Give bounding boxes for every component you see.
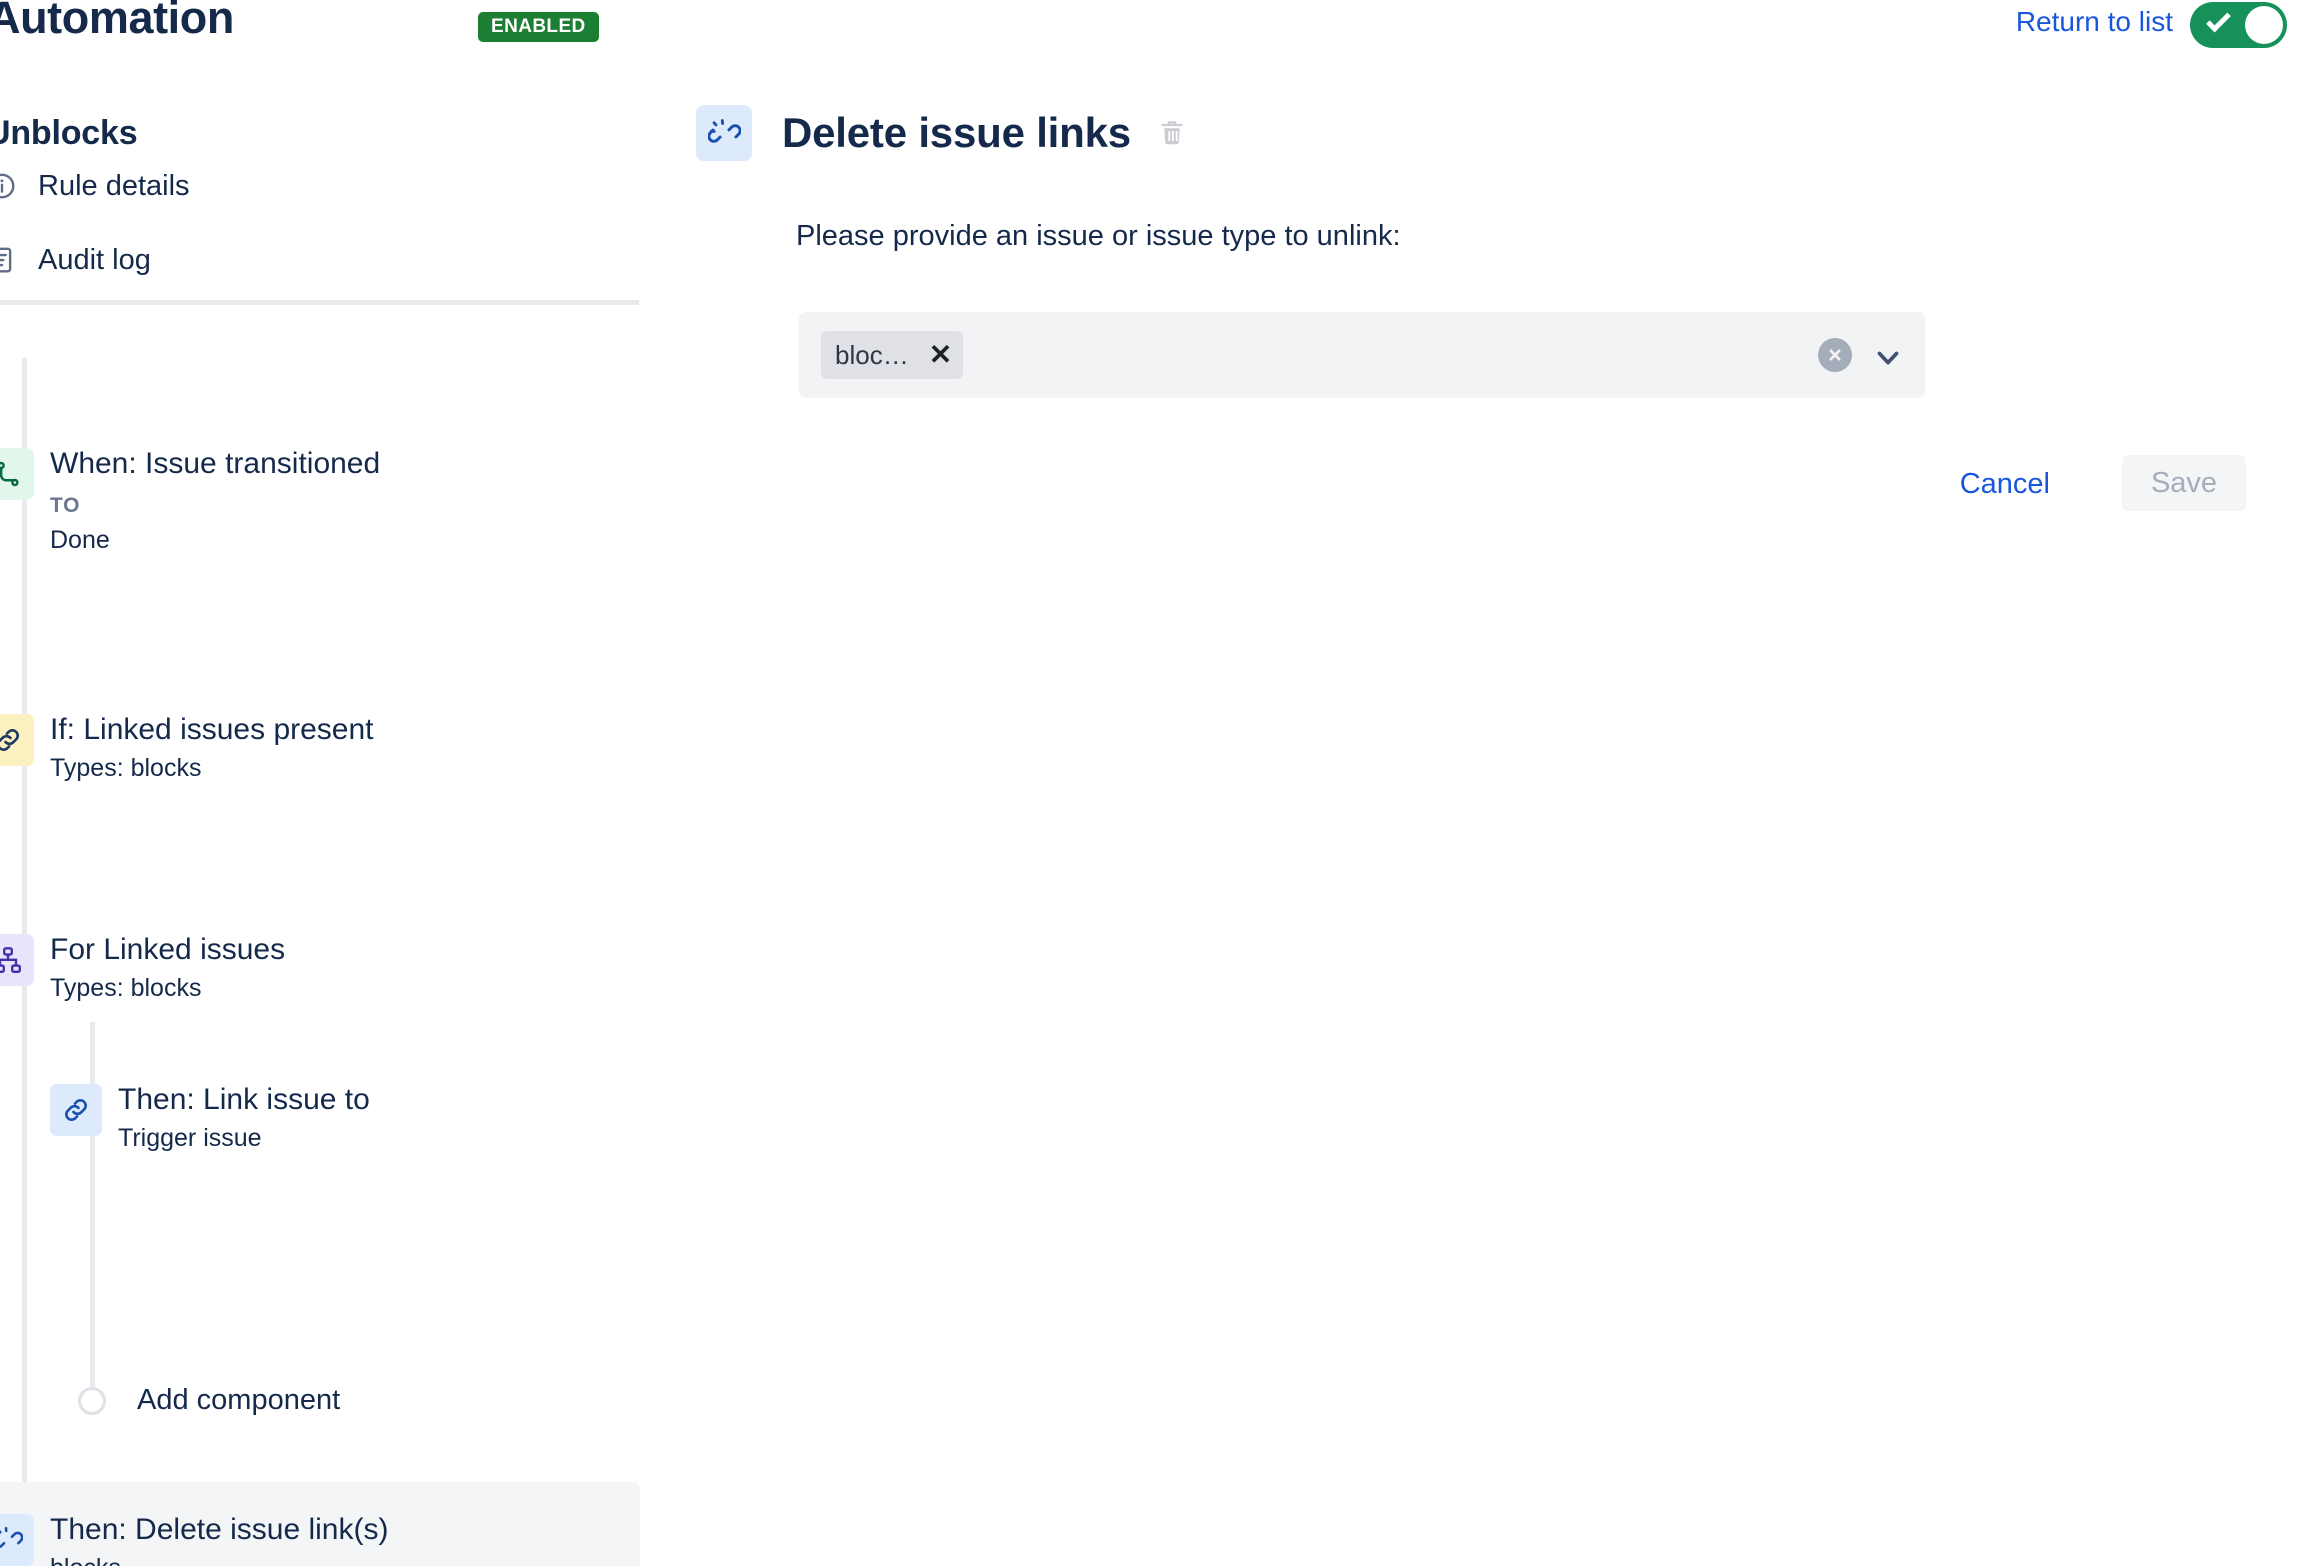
link-chain-icon bbox=[50, 1084, 102, 1136]
rule-name: Unblocks bbox=[0, 114, 138, 152]
branch-hierarchy-icon bbox=[0, 934, 34, 986]
info-circle-icon bbox=[0, 171, 22, 201]
document-list-icon bbox=[0, 245, 22, 275]
sidebar-item-label: Rule details bbox=[38, 169, 190, 202]
detail-actions: Cancel Save bbox=[640, 455, 2299, 535]
trigger-transition-icon bbox=[0, 448, 34, 500]
add-component-label: Add component bbox=[137, 1384, 341, 1416]
branch-child-connector bbox=[90, 1022, 95, 1402]
top-bar: Automation ENABLED Return to list bbox=[0, 0, 2299, 62]
unlink-icon bbox=[696, 105, 752, 161]
detail-title: Delete issue links bbox=[782, 109, 1131, 156]
close-x-icon[interactable]: ✕ bbox=[929, 341, 952, 369]
add-circle-icon bbox=[78, 1386, 106, 1415]
status-badge: ENABLED bbox=[478, 12, 599, 42]
sidebar-divider bbox=[0, 300, 639, 305]
field-label: Please provide an issue or issue type to… bbox=[796, 220, 1401, 252]
automation-rule-editor: Automation ENABLED Return to list Unbloc… bbox=[0, 0, 2299, 1566]
trash-icon[interactable] bbox=[1157, 118, 1187, 148]
component-title: For Linked issues bbox=[50, 933, 286, 966]
selected-tag[interactable]: bloc… ✕ bbox=[821, 331, 964, 379]
detail-header: Delete issue links bbox=[696, 105, 1187, 161]
cancel-button[interactable]: Cancel bbox=[1960, 468, 2050, 501]
component-subtitle: Types: blocks bbox=[50, 974, 202, 1003]
component-title: When: Issue transitioned bbox=[50, 447, 381, 480]
sidebar-item-label: Audit log bbox=[38, 243, 151, 276]
clear-circle-icon[interactable] bbox=[1818, 338, 1852, 372]
toggle-knob bbox=[2245, 6, 2283, 44]
unlink-icon bbox=[0, 1514, 34, 1566]
issue-type-select[interactable]: bloc… ✕ bbox=[799, 312, 1925, 398]
rule-tree-sidebar: Unblocks Rule details Audit log When: Is… bbox=[0, 62, 640, 1566]
component-subtitle: Trigger issue bbox=[118, 1124, 262, 1153]
save-button[interactable]: Save bbox=[2122, 455, 2246, 511]
component-subtitle: blocks bbox=[50, 1552, 388, 1566]
component-subtitle: Types: blocks bbox=[50, 754, 202, 783]
rule-component-text: When: Issue transitioned TO Done bbox=[50, 444, 380, 557]
component-subtitle: Done bbox=[50, 525, 110, 554]
chevron-down-icon[interactable] bbox=[1871, 340, 1905, 379]
page-title: Automation bbox=[0, 0, 234, 43]
check-icon bbox=[2206, 7, 2231, 33]
rule-component-text: Then: Delete issue link(s) blocks bbox=[50, 1510, 388, 1566]
rule-component-text: If: Linked issues present Types: blocks bbox=[50, 710, 374, 786]
rule-component-text: For Linked issues Types: blocks bbox=[50, 930, 285, 1006]
component-field-label: TO bbox=[50, 494, 81, 518]
sidebar-item-rule-details[interactable]: Rule details bbox=[0, 166, 190, 206]
rule-component-text: Then: Link issue to Trigger issue bbox=[118, 1080, 370, 1156]
component-title: Then: Delete issue link(s) bbox=[50, 1513, 389, 1546]
link-chain-icon bbox=[0, 714, 34, 766]
rule-enabled-toggle[interactable] bbox=[2190, 2, 2287, 48]
component-title: Then: Link issue to bbox=[118, 1083, 370, 1116]
sidebar-item-audit-log[interactable]: Audit log bbox=[0, 240, 151, 280]
return-to-list-link[interactable]: Return to list bbox=[2016, 8, 2173, 36]
component-title: If: Linked issues present bbox=[50, 713, 374, 746]
add-component-button[interactable]: Add component bbox=[78, 1384, 340, 1417]
selected-tag-label: bloc… bbox=[835, 339, 909, 370]
